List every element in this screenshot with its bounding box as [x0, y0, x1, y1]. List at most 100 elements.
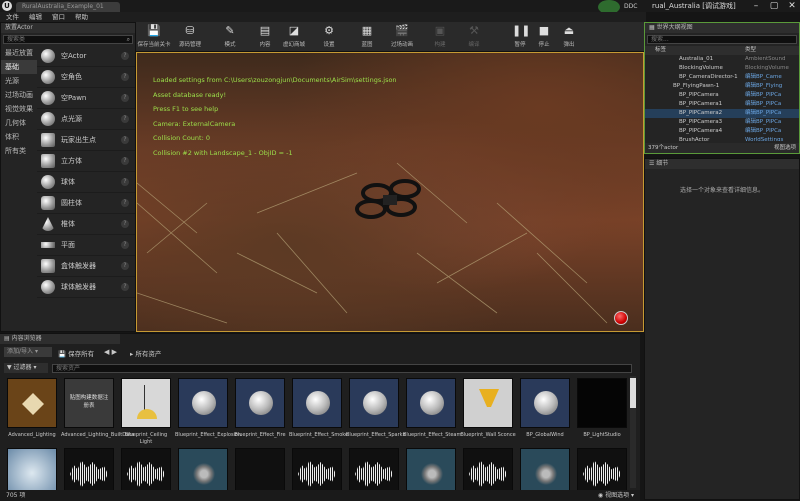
- filter-button[interactable]: ▼ 过滤器 ▾: [4, 363, 48, 373]
- table-row[interactable]: BP_PIPCamera 编辑BP_PIPCa: [645, 91, 799, 100]
- help-icon[interactable]: ?: [121, 262, 129, 270]
- place-plane[interactable]: 平面?: [37, 235, 135, 256]
- stop-button[interactable]: ■ 停止: [534, 24, 554, 50]
- menu-bar: 文件 编辑 窗口 帮助: [0, 12, 646, 22]
- help-icon[interactable]: ?: [121, 241, 129, 249]
- pause-button[interactable]: ❚❚ 暂停: [510, 24, 530, 50]
- menu-window[interactable]: 窗口: [52, 12, 65, 22]
- category-all-classes[interactable]: 所有类: [1, 144, 37, 158]
- asset-bp-globalwind[interactable]: [520, 378, 570, 428]
- asset-blueprint-effect-steam[interactable]: [406, 378, 456, 428]
- asset-advanced-lighting[interactable]: [7, 378, 57, 428]
- help-icon[interactable]: ?: [121, 199, 129, 207]
- help-icon[interactable]: ?: [121, 157, 129, 165]
- asset-blueprint-effect-smoke[interactable]: [292, 378, 342, 428]
- asset-label: Advanced_Lighting_BuiltData: [61, 432, 135, 438]
- details-tab[interactable]: ☰ 细节: [645, 159, 799, 169]
- place-box-trigger[interactable]: 盒体触发器?: [37, 256, 135, 277]
- content-browser-tab[interactable]: ▤ 内容浏览器: [0, 334, 120, 344]
- place-cube[interactable]: 立方体?: [37, 151, 135, 172]
- place-empty-pawn[interactable]: 空Pawn?: [37, 88, 135, 109]
- history-nav[interactable]: ◀ ▶: [104, 348, 117, 356]
- category-visual-effects[interactable]: 视觉效果: [1, 102, 37, 116]
- build-button[interactable]: ▣ 构建: [428, 24, 452, 50]
- help-icon[interactable]: ?: [121, 283, 129, 291]
- outliner-icon: ▦: [649, 24, 657, 31]
- menu-help[interactable]: 帮助: [75, 12, 88, 22]
- outliner-view-options[interactable]: 视图选项: [774, 143, 796, 153]
- place-cone[interactable]: 椎体?: [37, 214, 135, 235]
- table-row[interactable]: BP_CameraDirector-1 编辑BP_Came: [645, 73, 799, 82]
- table-row[interactable]: BlockingVolume BlockingVolume: [645, 64, 799, 73]
- category-geometry[interactable]: 几何体: [1, 116, 37, 130]
- help-icon[interactable]: ?: [121, 73, 129, 81]
- speaker-icon: [419, 461, 445, 487]
- category-volumes[interactable]: 体积: [1, 130, 37, 144]
- category-basic[interactable]: 基础: [1, 60, 37, 74]
- help-icon[interactable]: ?: [121, 115, 129, 123]
- table-row[interactable]: BP_PIPCamera2 编辑BP_PIPCa: [645, 109, 799, 118]
- asset-scrollbar[interactable]: [630, 376, 636, 488]
- place-sphere-trigger[interactable]: 球体触发器?: [37, 277, 135, 298]
- table-row[interactable]: Australia_01 AmbientSound: [645, 55, 799, 64]
- blueprints-button[interactable]: ▦ 蓝图: [354, 24, 380, 50]
- modes-button[interactable]: ✎ 模式: [216, 24, 244, 50]
- level-viewport[interactable]: Loaded settings from C:\Users\zouzongjun…: [136, 52, 644, 332]
- source-control-button[interactable]: ⛁ 源码管理: [174, 24, 206, 50]
- place-empty-character[interactable]: 空角色?: [37, 67, 135, 88]
- asset-bp-lightstudio[interactable]: [577, 378, 627, 428]
- table-row[interactable]: BP_PIPCamera3 编辑BP_PIPCa: [645, 118, 799, 127]
- category-lights[interactable]: 光源: [1, 74, 37, 88]
- column-label[interactable]: 标签: [645, 46, 745, 55]
- modes-tab[interactable]: 放置Actor: [1, 23, 135, 33]
- place-player-start[interactable]: 玩家出生点?: [37, 130, 135, 151]
- category-cinematic[interactable]: 过场动画: [1, 88, 37, 102]
- asset-blueprint-effect-fire[interactable]: [235, 378, 285, 428]
- outliner-search-input[interactable]: 搜索...: [647, 35, 797, 44]
- log-line: Camera: ExternalCamera: [153, 119, 236, 128]
- category-recent[interactable]: 最近放置: [1, 46, 37, 60]
- path-breadcrumb[interactable]: ▸ 所有资产: [130, 348, 161, 358]
- content-button[interactable]: ▤ 内容: [252, 24, 278, 50]
- record-button[interactable]: [614, 311, 628, 325]
- settings-button[interactable]: ⚙ 设置: [316, 24, 342, 50]
- menu-edit[interactable]: 编辑: [29, 12, 42, 22]
- help-icon[interactable]: ?: [121, 220, 129, 228]
- table-row[interactable]: BP_PIPCamera4 编辑BP_PIPCa: [645, 127, 799, 136]
- asset-advanced-lighting-builtdata[interactable]: 贴图构建数据注册表: [64, 378, 114, 428]
- asset-blueprint-ceiling-light[interactable]: [121, 378, 171, 428]
- asset-blueprint-effect-sparks[interactable]: [349, 378, 399, 428]
- cinematics-button[interactable]: 🎬 过场动画: [386, 24, 418, 50]
- asset-search-input[interactable]: 搜索资产: [52, 364, 632, 373]
- asset-blueprint-wall-sconce[interactable]: [463, 378, 513, 428]
- outliner-tab[interactable]: ▦ 世界大纲视图: [645, 23, 799, 33]
- place-sphere[interactable]: 球体?: [37, 172, 135, 193]
- close-button[interactable]: ✕: [784, 0, 800, 12]
- help-icon[interactable]: ?: [121, 136, 129, 144]
- place-empty-actor[interactable]: 空Actor?: [37, 46, 135, 67]
- asset-blueprint-effect-explosion[interactable]: [178, 378, 228, 428]
- minimize-button[interactable]: –: [748, 0, 764, 12]
- place-cylinder[interactable]: 圆柱体?: [37, 193, 135, 214]
- marketplace-button[interactable]: ◪ 虚幻商城: [280, 24, 308, 50]
- marketplace-icon: ◪: [288, 24, 300, 37]
- place-point-light[interactable]: 点光源?: [37, 109, 135, 130]
- class-search-input[interactable]: 搜索类 ⌕: [3, 35, 133, 44]
- menu-file[interactable]: 文件: [6, 12, 19, 22]
- compile-button[interactable]: ⚒ 编译: [462, 24, 486, 50]
- help-icon[interactable]: ?: [121, 94, 129, 102]
- help-icon[interactable]: ?: [121, 52, 129, 60]
- table-row[interactable]: BrushActor WorldSettings: [645, 136, 799, 141]
- eject-button[interactable]: ⏏ 弹出: [558, 24, 580, 50]
- level-tab[interactable]: RuralAustralia_Example_01: [16, 2, 120, 12]
- column-type[interactable]: 类型: [745, 46, 756, 55]
- help-icon[interactable]: ?: [121, 178, 129, 186]
- add-import-button[interactable]: 添加/导入 ▾: [4, 347, 52, 357]
- maximize-button[interactable]: ▢: [766, 0, 782, 12]
- pause-icon: ❚❚: [512, 24, 531, 37]
- table-row[interactable]: BP_FlyingPawn-1 编辑BP_Flying: [645, 82, 799, 91]
- content-view-options[interactable]: ◉ 视图选项 ▾: [598, 490, 634, 501]
- table-row[interactable]: BP_PIPCamera1 编辑BP_PIPCa: [645, 100, 799, 109]
- save-level-button[interactable]: 💾 保存当前关卡: [136, 24, 172, 50]
- save-all-button[interactable]: 💾 保存所有: [58, 348, 94, 358]
